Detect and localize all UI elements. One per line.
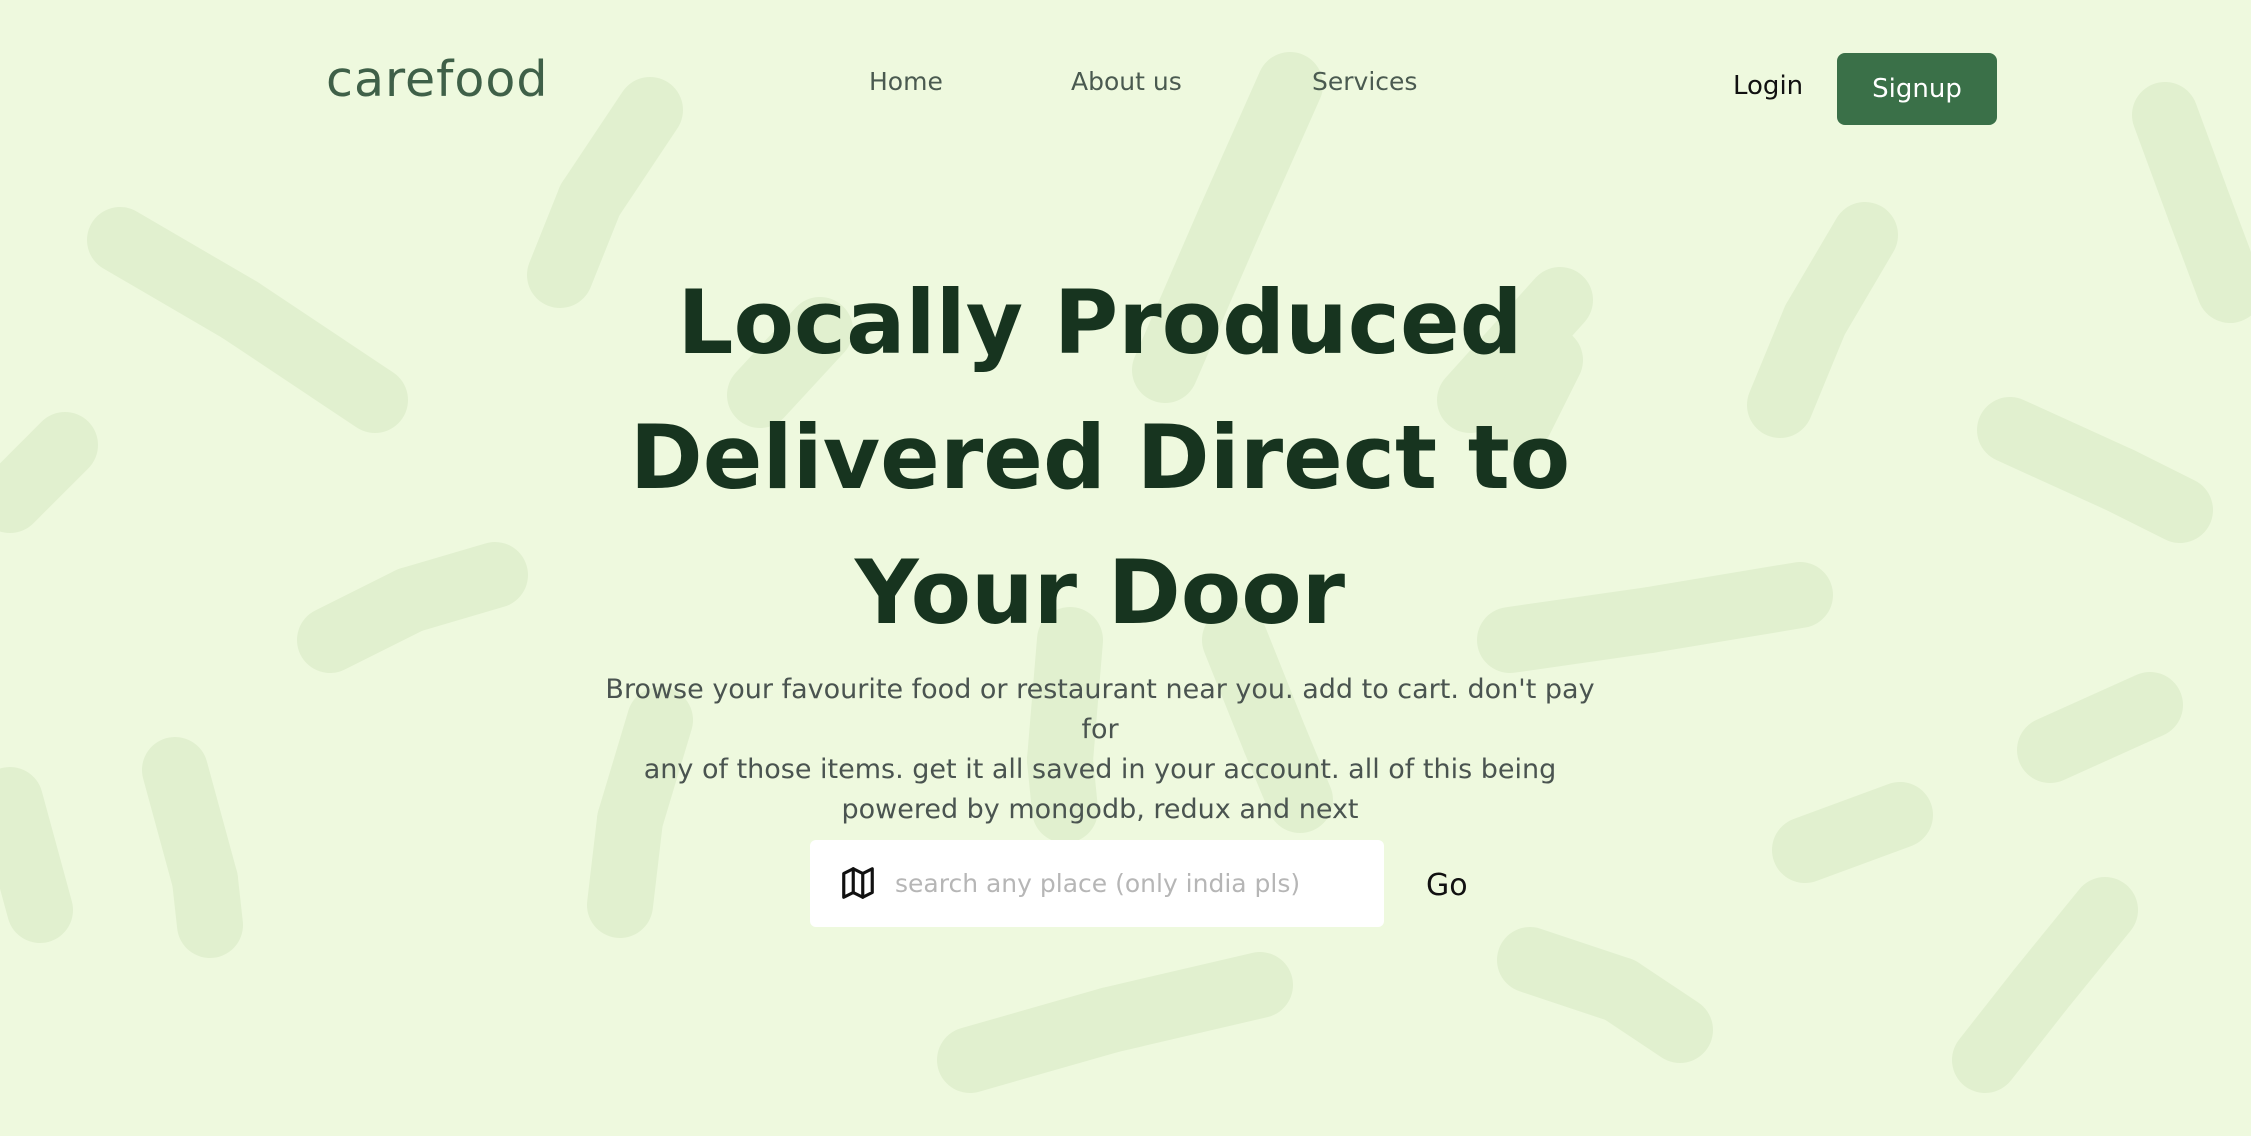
hero-title-line-1: Locally Produced <box>677 271 1523 374</box>
nav-link-about-us[interactable]: About us <box>1071 62 1182 102</box>
hero-description-line-3: powered by mongodb, redux and next <box>841 794 1359 825</box>
hero-description: Browse your favourite food or restaurant… <box>590 670 1610 830</box>
page-content: carefood Home About us Services Login Si… <box>0 0 2251 1136</box>
nav-link-home[interactable]: Home <box>869 62 943 102</box>
search-box <box>810 840 1384 927</box>
hero-title-line-3: Your Door <box>854 541 1346 644</box>
hero-title: Locally Produced Delivered Direct to You… <box>525 255 1675 660</box>
map-icon <box>842 867 874 899</box>
signup-button[interactable]: Signup <box>1837 53 1997 125</box>
hero-description-line-1: Browse your favourite food or restaurant… <box>605 674 1595 745</box>
hero-description-line-2: any of those items. get it all saved in … <box>643 754 1557 785</box>
search-input[interactable] <box>895 840 1365 927</box>
hero-title-line-2: Delivered Direct to <box>629 406 1571 509</box>
nav-link-services[interactable]: Services <box>1312 62 1417 102</box>
login-button[interactable]: Login <box>1733 66 1803 106</box>
go-button[interactable]: Go <box>1426 866 1468 906</box>
